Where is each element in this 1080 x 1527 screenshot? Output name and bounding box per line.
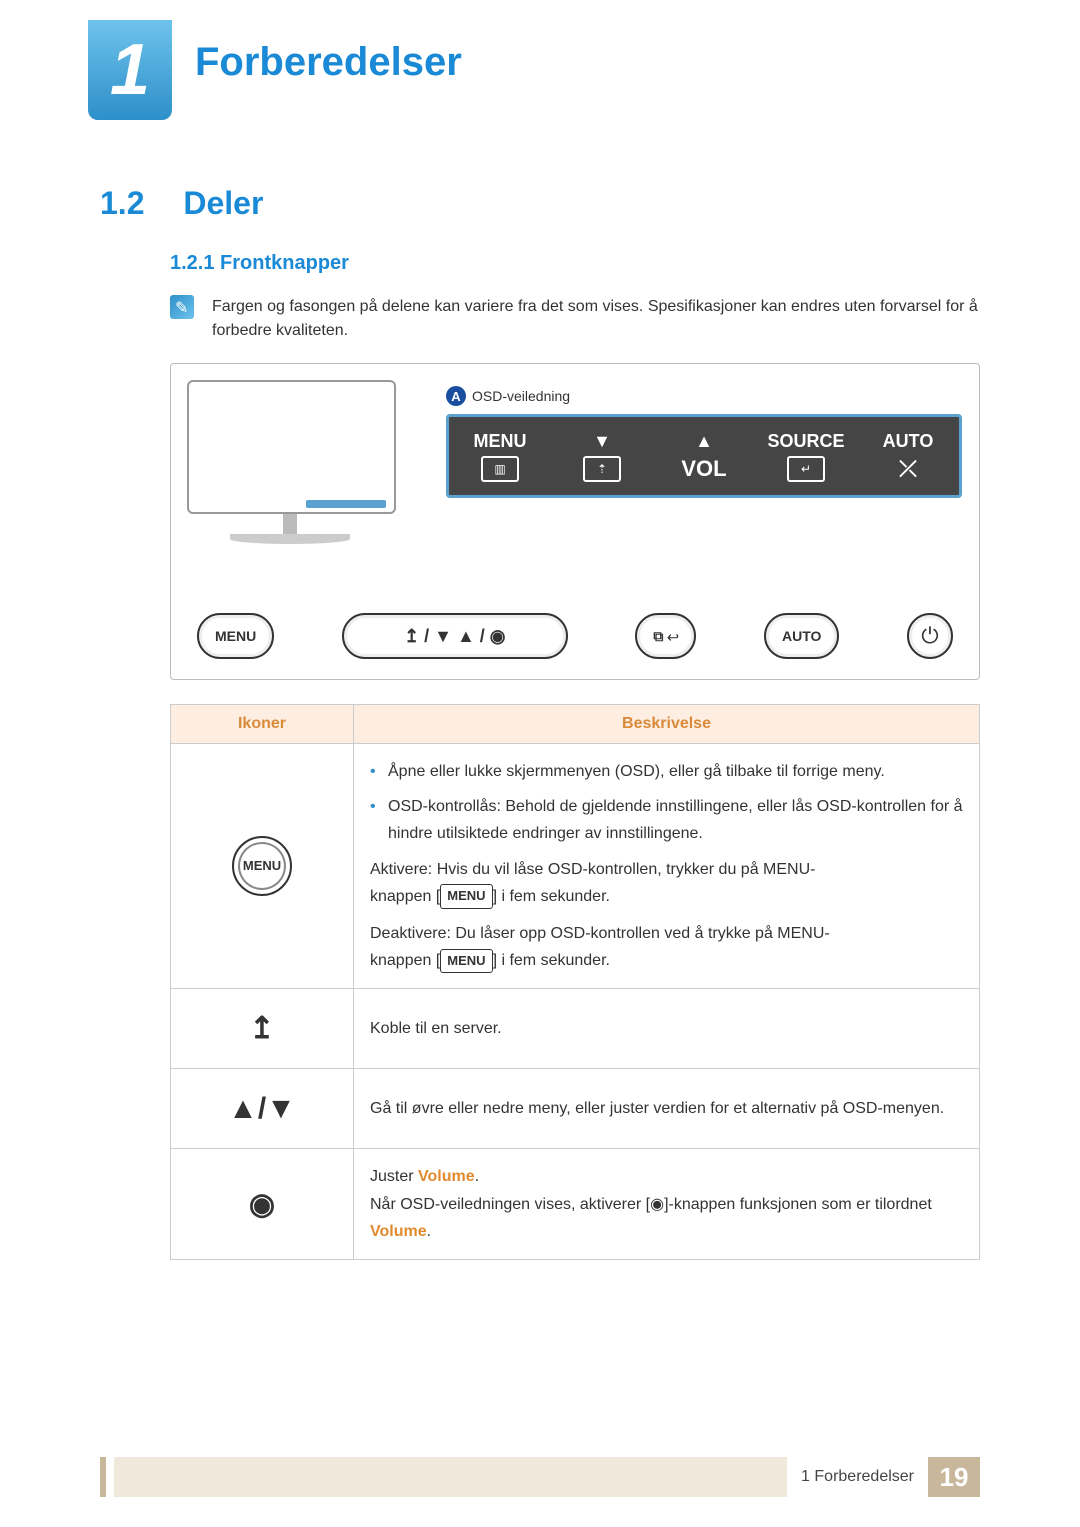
callout-label: A OSD-veiledning	[446, 386, 570, 406]
section-title: Deler	[183, 185, 263, 221]
circle-a-icon: A	[446, 386, 466, 406]
osd-seg-source: SOURCE ↵	[755, 417, 857, 495]
inline-target-icon: ◉	[650, 1196, 664, 1213]
subsection-heading: 1.2.1 Frontknapper	[170, 252, 980, 275]
osd-seg-auto: AUTO ⤫	[857, 417, 959, 495]
osd-up-label: ▲	[695, 431, 713, 452]
icon-cell-updown: ▲/▼	[171, 1069, 354, 1149]
desc-cell-server: Koble til en server.	[354, 989, 980, 1069]
osd-seg-up-vol: ▲ VOL	[653, 417, 755, 495]
auto-button[interactable]: AUTO	[764, 613, 839, 659]
subsection: 1.2.1 Frontknapper Fargen og fasongen på…	[170, 252, 980, 1260]
menu-inline-pill: MENU	[440, 884, 492, 908]
osd-panel: MENU ▥ ▼ ⇡ ▲ VOL SOURCE ↵ AUTO ⤫	[446, 414, 962, 498]
osd-menu-label: MENU	[474, 431, 527, 452]
diagram: A OSD-veiledning MENU ▥ ▼ ⇡ ▲ VOL SOURCE	[170, 363, 980, 680]
chapter-number: 1	[110, 29, 150, 111]
table-row: ◉ Juster Volume. Når OSD-veiledningen vi…	[171, 1149, 980, 1260]
section-number: 1.2	[100, 185, 144, 221]
icon-cell-server: ↥	[171, 989, 354, 1069]
osd-seg-menu: MENU ▥	[449, 417, 551, 495]
icon-cell-menu: MENU	[171, 744, 354, 989]
desc-cell-volume: Juster Volume. Når OSD-veiledningen vise…	[354, 1149, 980, 1260]
osd-vol-label: VOL	[681, 456, 726, 482]
footer-label: 1 Forberedelser	[787, 1468, 928, 1486]
menu-inline-pill-2: MENU	[440, 949, 492, 973]
chapter-tab: 1	[88, 20, 172, 120]
th-icons: Ikoner	[171, 705, 354, 744]
footer-bg-bar	[114, 1457, 787, 1497]
desc-cell-updown: Gå til øvre eller nedre meny, eller just…	[354, 1069, 980, 1149]
cross-icon: ⤫	[899, 456, 917, 482]
monitor-illustration	[187, 380, 392, 544]
chapter-title: Forberedelser	[195, 40, 462, 85]
subsection-number: 1.2.1	[170, 252, 214, 274]
note-row: Fargen og fasongen på delene kan variere…	[170, 295, 980, 343]
section-heading: 1.2 Deler	[100, 185, 980, 222]
target-dot-icon: ◉	[249, 1188, 275, 1221]
page-footer: 1 Forberedelser 19	[100, 1457, 980, 1497]
th-desc: Beskrivelse	[354, 705, 980, 744]
desc-cell-menu: Åpne eller lukke skjermmenyen (OSD), ell…	[354, 744, 980, 989]
section: 1.2 Deler 1.2.1 Frontknapper Fargen og f…	[100, 185, 980, 1260]
icon-cell-volume: ◉	[171, 1149, 354, 1260]
osd-auto-label: AUTO	[883, 431, 934, 452]
button-row: MENU ↥ / ▼ ▲ / ◉ ⧉ ↩ AUTO ⏻	[197, 613, 953, 659]
osd-down-label: ▼	[593, 431, 611, 452]
note-text: Fargen og fasongen på delene kan variere…	[212, 295, 980, 343]
menu-bars-icon: ▥	[481, 456, 519, 482]
menu-activate-line: Aktivere: Hvis du vil låse OSD-kontrolle…	[370, 856, 963, 910]
callout-label-text: OSD-veiledning	[472, 388, 570, 404]
menu-deactivate-line: Deaktivere: Du låser opp OSD-kontrollen …	[370, 920, 963, 974]
page-number: 19	[928, 1457, 980, 1497]
menu-circle-icon: MENU	[232, 836, 292, 896]
power-button[interactable]: ⏻	[907, 613, 953, 659]
source-enter-button[interactable]: ⧉ ↩	[635, 613, 696, 659]
server-up-icon: ↥	[249, 1012, 274, 1045]
menu-bullet-1: Åpne eller lukke skjermmenyen (OSD), ell…	[370, 758, 963, 785]
up-down-icon: ▲/▼	[228, 1092, 296, 1125]
table-row: MENU Åpne eller lukke skjermmenyen (OSD)…	[171, 744, 980, 989]
volume-accent-2: Volume	[370, 1223, 427, 1240]
osd-source-label: SOURCE	[767, 431, 844, 452]
menu-bullet-2: OSD-kontrollås: Behold de gjeldende inns…	[370, 793, 963, 847]
footer-accent-bar	[100, 1457, 106, 1497]
volume-accent: Volume	[418, 1168, 475, 1185]
table-row: ▲/▼ Gå til øvre eller nedre meny, eller …	[171, 1069, 980, 1149]
table-row: ↥ Koble til en server.	[171, 989, 980, 1069]
note-icon	[170, 295, 194, 319]
osd-seg-down: ▼ ⇡	[551, 417, 653, 495]
server-up-icon: ⇡	[583, 456, 621, 482]
nav-adjust-button[interactable]: ↥ / ▼ ▲ / ◉	[342, 613, 568, 659]
enter-icon: ↵	[787, 456, 825, 482]
description-table: Ikoner Beskrivelse MENU Åpne eller lukke…	[170, 704, 980, 1260]
subsection-title: Frontknapper	[220, 252, 349, 274]
menu-button[interactable]: MENU	[197, 613, 274, 659]
